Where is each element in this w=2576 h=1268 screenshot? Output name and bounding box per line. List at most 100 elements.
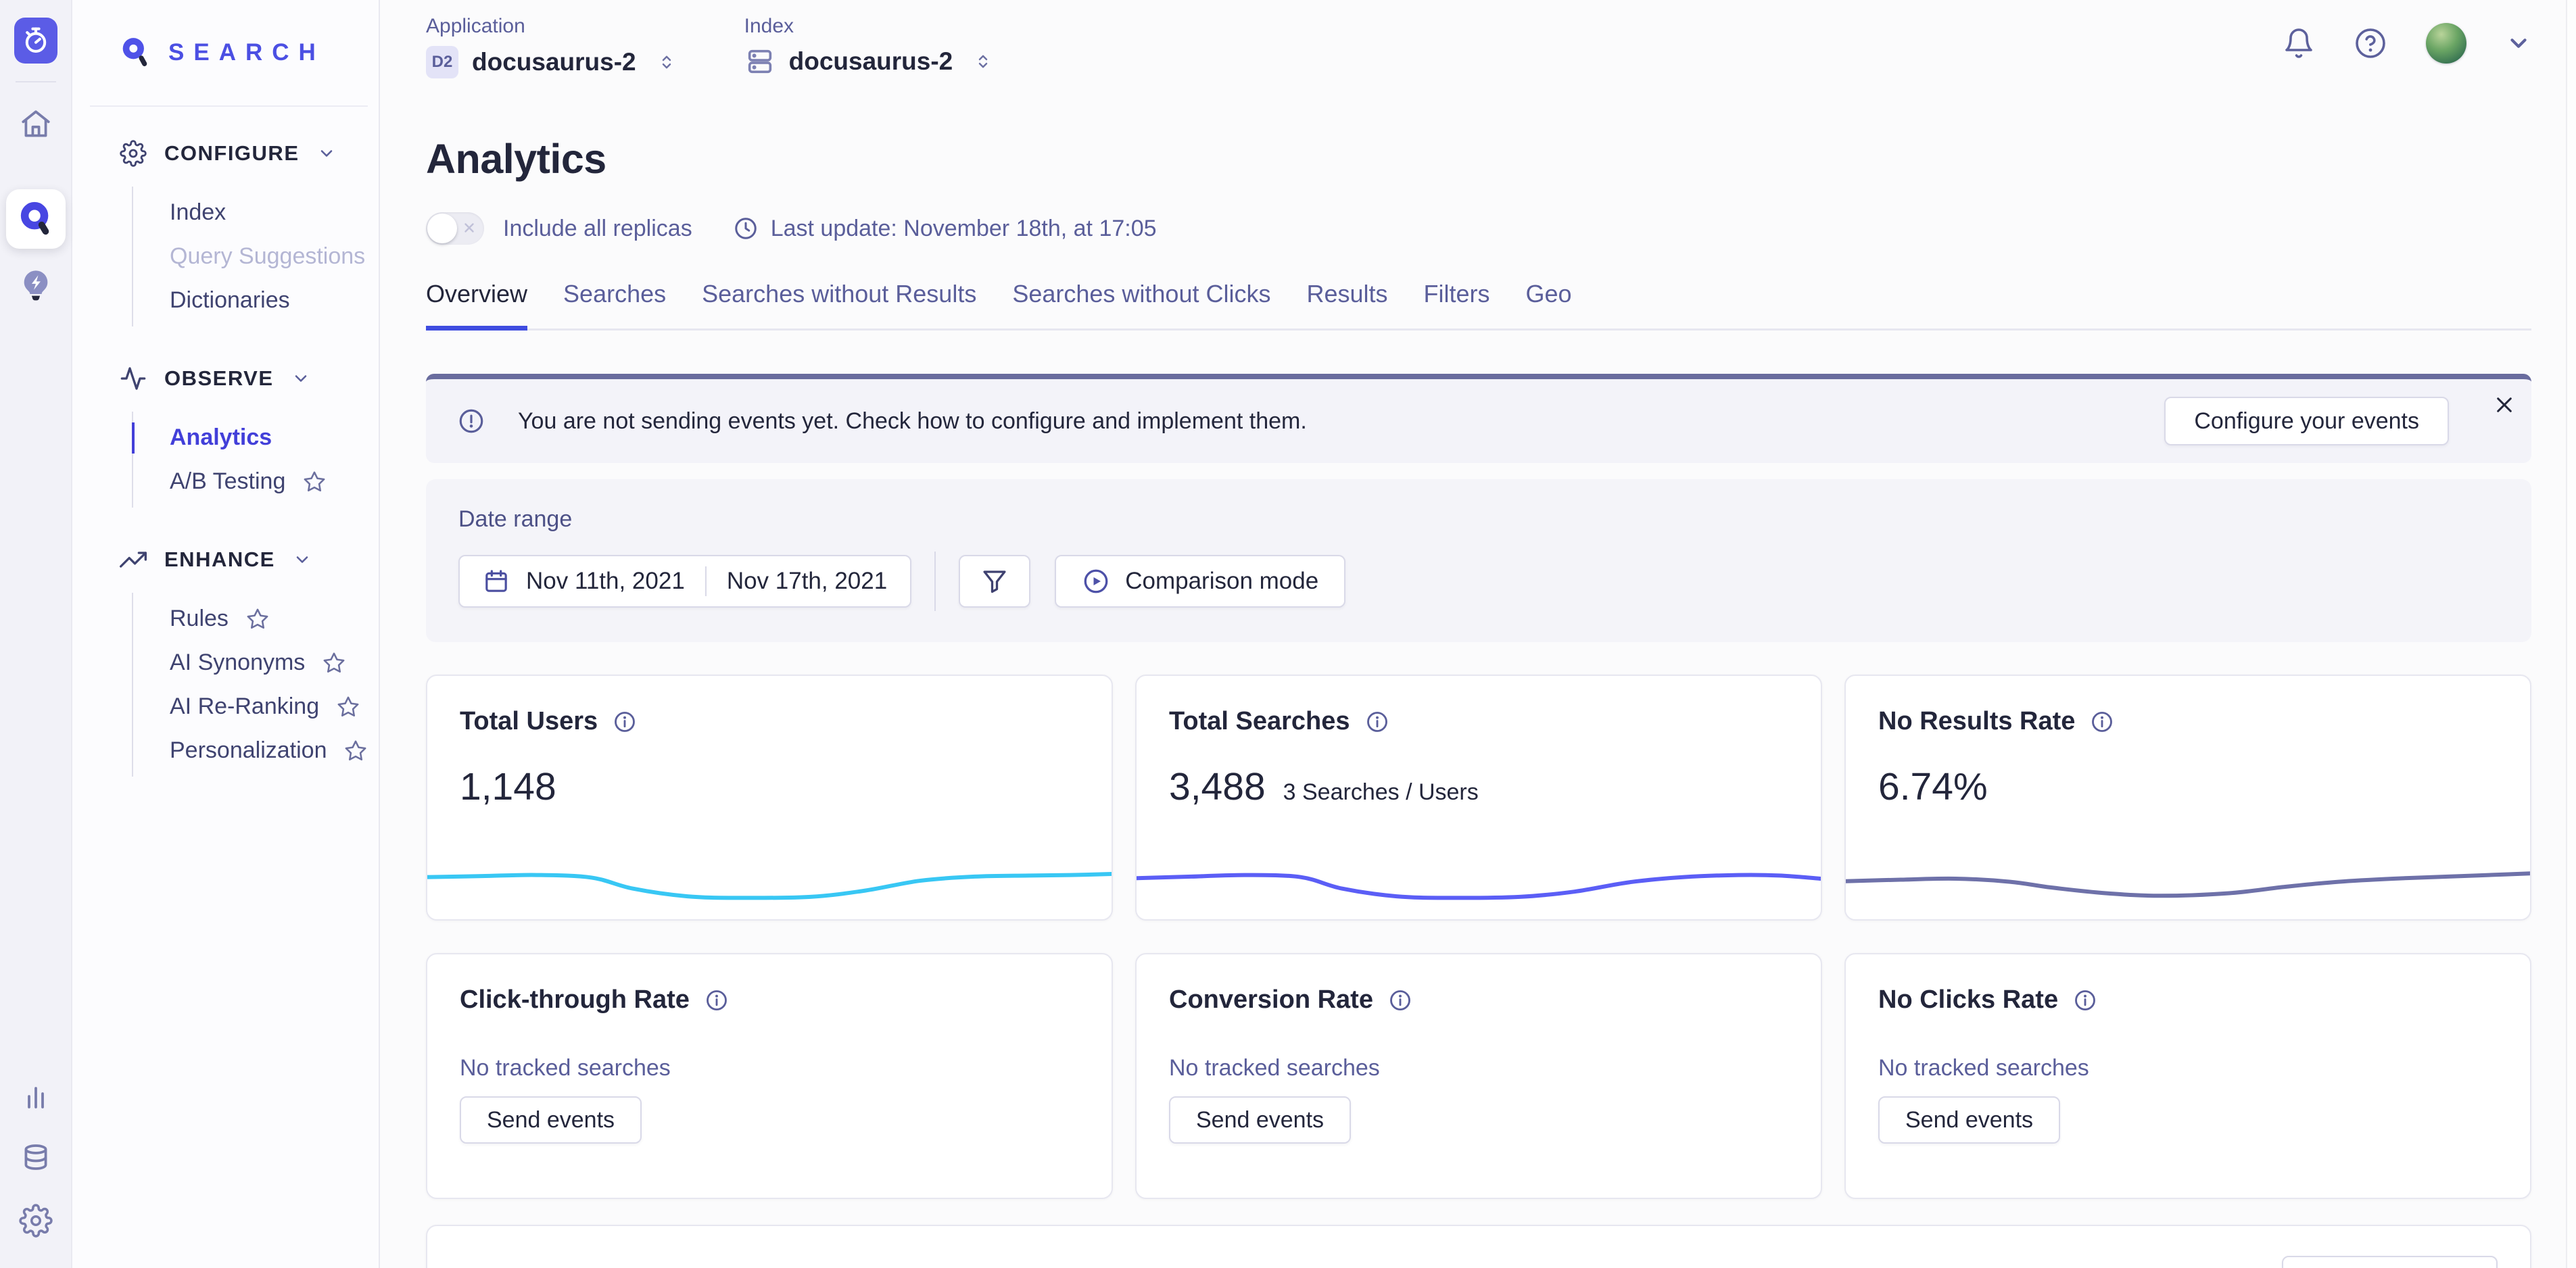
gear-icon[interactable] <box>10 1195 62 1246</box>
help-icon[interactable] <box>2354 27 2387 59</box>
star-icon[interactable] <box>303 470 326 493</box>
account-chevron-down-icon[interactable] <box>2506 30 2531 56</box>
tab-geo[interactable]: Geo <box>1526 280 1572 328</box>
card-no-results-rate: No Results Rate 6.74% <box>1844 675 2531 921</box>
tab-searches-without-clicks[interactable]: Searches without Clicks <box>1012 280 1270 328</box>
send-events-button[interactable]: Send events <box>460 1096 642 1144</box>
select-up-down-icon <box>973 51 993 72</box>
card-title: Click-through Rate <box>460 985 690 1015</box>
rail-bottom-icons <box>10 1069 62 1248</box>
section-header-enhance[interactable]: ENHANCE <box>120 536 379 583</box>
card-total-users: Total Users 1,148 <box>426 675 1113 921</box>
sidebar-item-ai-synonyms[interactable]: AI Synonyms <box>170 641 379 685</box>
star-icon[interactable] <box>337 696 360 718</box>
play-circle-icon <box>1082 567 1110 595</box>
filter-button[interactable] <box>959 555 1030 608</box>
sidebar-item-query-suggestions[interactable]: Query Suggestions <box>170 235 379 278</box>
empty-state-text: No tracked searches <box>427 1055 1112 1081</box>
info-icon[interactable] <box>2073 988 2097 1013</box>
date-separator <box>705 566 707 596</box>
bell-icon[interactable] <box>2283 27 2315 59</box>
page-title: Analytics <box>426 135 2531 182</box>
send-events-button[interactable]: Send events <box>1169 1096 1351 1144</box>
bar-chart-icon[interactable] <box>10 1071 62 1122</box>
info-icon[interactable] <box>1365 710 1389 734</box>
select-up-down-icon <box>657 52 677 72</box>
include-replicas-label: Include all replicas <box>503 216 692 242</box>
select-series-button[interactable]: Select series <box>2282 1256 2498 1268</box>
sidebar-item-analytics[interactable]: Analytics <box>170 416 379 460</box>
sidebar-item-dictionaries[interactable]: Dictionaries <box>170 278 379 322</box>
section-label: OBSERVE <box>164 366 274 391</box>
send-events-button[interactable]: Send events <box>1878 1096 2060 1144</box>
timer-app-icon[interactable] <box>14 18 57 64</box>
search-logo[interactable]: SEARCH <box>90 0 368 107</box>
close-icon[interactable] <box>2488 389 2521 421</box>
include-replicas-toggle[interactable] <box>426 212 484 245</box>
tab-filters[interactable]: Filters <box>1424 280 1490 328</box>
comparison-mode-button[interactable]: Comparison mode <box>1055 555 1345 608</box>
info-icon[interactable] <box>705 988 729 1013</box>
date-range-label: Date range <box>458 506 2499 533</box>
card-title: No Results Rate <box>1878 707 2075 736</box>
sidebar-item-rules[interactable]: Rules <box>170 597 379 641</box>
index-stack-icon <box>744 46 776 77</box>
rail-divider <box>16 81 56 82</box>
analytics-tabs: Overview Searches Searches without Resul… <box>426 280 2531 331</box>
scrollbar[interactable] <box>2566 0 2576 1268</box>
section-header-configure[interactable]: CONFIGURE <box>120 130 379 177</box>
gear-icon <box>120 140 147 167</box>
topbar: Application D2 docusaurus-2 Index docusa… <box>381 0 2576 101</box>
database-icon[interactable] <box>10 1133 62 1184</box>
user-avatar[interactable] <box>2426 23 2466 64</box>
card-title: Total Users <box>460 707 598 736</box>
analytics-meta-row: Include all replicas Last update: Novemb… <box>426 212 2531 245</box>
index-label: Index <box>744 15 994 38</box>
comparison-mode-label: Comparison mode <box>1125 568 1318 595</box>
index-selector[interactable]: Index docusaurus-2 <box>744 0 994 77</box>
configure-events-button[interactable]: Configure your events <box>2164 397 2449 445</box>
tab-searches-without-results[interactable]: Searches without Results <box>702 280 976 328</box>
nav-section-enhance: ENHANCE Rules AI Synonyms AI Re-Ranking <box>120 536 379 777</box>
card-no-clicks-rate: No Clicks Rate No tracked searches Send … <box>1844 953 2531 1199</box>
main-area: Application D2 docusaurus-2 Index docusa… <box>381 0 2576 1268</box>
index-value: docusaurus-2 <box>789 47 953 76</box>
info-icon[interactable] <box>2090 710 2114 734</box>
nav-section-configure: CONFIGURE Index Query Suggestions Dictio… <box>120 130 379 326</box>
sidebar-item-personalization[interactable]: Personalization <box>170 729 379 773</box>
tab-searches[interactable]: Searches <box>563 280 666 328</box>
events-banner: You are not sending events yet. Check ho… <box>426 374 2531 463</box>
section-header-observe[interactable]: OBSERVE <box>120 355 379 402</box>
sidebar-nav: CONFIGURE Index Query Suggestions Dictio… <box>72 107 379 777</box>
info-icon[interactable] <box>613 710 637 734</box>
chevron-down-icon <box>291 369 310 388</box>
sidebar-item-ai-re-ranking[interactable]: AI Re-Ranking <box>170 685 379 729</box>
sidebar-item-index[interactable]: Index <box>170 191 379 235</box>
tracked-cards-row: Click-through Rate No tracked searches S… <box>426 953 2531 1199</box>
application-label: Application <box>426 15 677 38</box>
tab-results[interactable]: Results <box>1306 280 1387 328</box>
activity-icon <box>120 365 147 392</box>
funnel-icon <box>980 567 1009 595</box>
sidebar-item-ab-testing[interactable]: A/B Testing <box>170 460 379 504</box>
app-rail <box>0 0 72 1268</box>
home-icon[interactable] <box>10 99 62 150</box>
star-icon[interactable] <box>323 652 345 675</box>
application-selector[interactable]: Application D2 docusaurus-2 <box>426 0 677 78</box>
date-range-button[interactable]: Nov 11th, 2021 Nov 17th, 2021 <box>458 555 911 608</box>
star-icon[interactable] <box>246 608 269 631</box>
search-icon[interactable] <box>6 189 66 249</box>
no-results-rate-sparkline <box>1846 844 2530 908</box>
recommend-bulb-icon[interactable] <box>10 260 62 311</box>
card-title: Conversion Rate <box>1169 985 1373 1015</box>
date-start: Nov 11th, 2021 <box>526 568 685 595</box>
logo-text: SEARCH <box>168 39 325 66</box>
card-conversion-rate: Conversion Rate No tracked searches Send… <box>1135 953 1822 1199</box>
metric-subtitle: 3 Searches / Users <box>1283 779 1479 806</box>
star-icon[interactable] <box>344 739 367 762</box>
calendar-icon <box>483 568 510 595</box>
info-icon[interactable] <box>1388 988 1412 1013</box>
metric-cards-row: Total Users 1,148 Total Searches 3,488 <box>426 675 2531 921</box>
tab-overview[interactable]: Overview <box>426 280 527 328</box>
section-label: ENHANCE <box>164 547 275 572</box>
